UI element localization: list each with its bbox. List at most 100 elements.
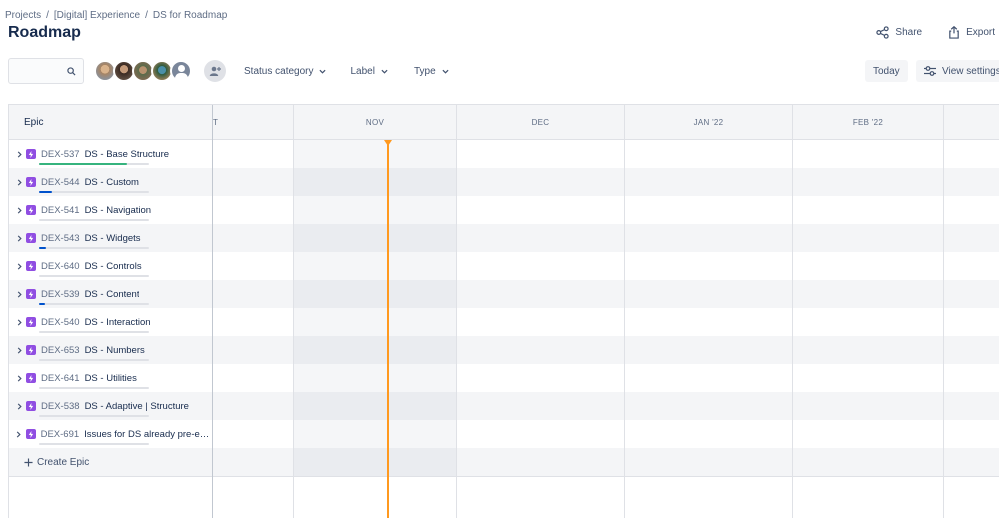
- epic-icon: [26, 373, 36, 383]
- share-icon: [876, 26, 890, 39]
- epic-row[interactable]: DEX-544 DS - Custom: [9, 168, 212, 196]
- epic-key[interactable]: DEX-641: [41, 373, 80, 384]
- epic-row[interactable]: DEX-541 DS - Navigation: [9, 196, 212, 224]
- breadcrumb-project[interactable]: [Digital] Experience: [54, 10, 140, 21]
- epic-key[interactable]: DEX-640: [41, 261, 80, 272]
- epic-key[interactable]: DEX-691: [41, 429, 80, 440]
- epic-progress-bar: [39, 191, 149, 193]
- month-header: FEB '22: [792, 105, 943, 140]
- epic-key[interactable]: DEX-543: [41, 233, 80, 244]
- chevron-right-icon[interactable]: [14, 178, 24, 186]
- chevron-right-icon[interactable]: [14, 262, 24, 270]
- progress-fill: [39, 219, 149, 221]
- export-icon: [949, 26, 959, 39]
- epic-summary[interactable]: DS - Interaction: [85, 317, 151, 328]
- epic-row[interactable]: DEX-543 DS - Widgets: [9, 224, 212, 252]
- view-settings-button[interactable]: View settings: [916, 60, 999, 82]
- timeline: T NOV DEC JAN '22 FEB '22: [212, 105, 999, 518]
- epic-row[interactable]: DEX-691 Issues for DS already pre-exi...: [9, 420, 212, 448]
- epic-key[interactable]: DEX-537: [41, 149, 80, 160]
- settings-sliders-icon: [924, 66, 936, 76]
- month-label: NOV: [365, 118, 385, 127]
- export-button[interactable]: Export: [948, 26, 995, 39]
- epic-row[interactable]: DEX-540 DS - Interaction: [9, 308, 212, 336]
- epic-summary[interactable]: DS - Adaptive | Structure: [85, 401, 189, 412]
- view-settings-label: View settings: [942, 65, 999, 77]
- epic-icon: [26, 289, 36, 299]
- epic-progress-bar: [39, 163, 149, 165]
- share-button[interactable]: Share: [876, 26, 922, 39]
- filter-type[interactable]: Type: [414, 66, 449, 77]
- epic-summary[interactable]: DS - Numbers: [85, 345, 145, 356]
- month-header: JAN '22: [624, 105, 792, 140]
- search-input[interactable]: [8, 58, 84, 84]
- progress-fill: [39, 331, 149, 333]
- timeline-bottom-border: [213, 476, 999, 477]
- chevron-right-icon[interactable]: [14, 206, 24, 214]
- epic-summary[interactable]: DS - Controls: [85, 261, 142, 272]
- chevron-right-icon[interactable]: [14, 318, 24, 326]
- epic-progress-bar: [39, 303, 149, 305]
- month-header: DEC: [456, 105, 624, 140]
- chevron-right-icon[interactable]: [14, 346, 24, 354]
- epic-key[interactable]: DEX-544: [41, 177, 80, 188]
- toolbar: Status category Label Type Today View se…: [8, 58, 999, 84]
- filter-status-category[interactable]: Status category: [244, 65, 327, 77]
- epic-key[interactable]: DEX-538: [41, 401, 80, 412]
- top-actions: Share Export: [876, 26, 995, 39]
- month-label: FEB '22: [852, 118, 884, 127]
- epic-progress-bar: [39, 443, 149, 445]
- epic-summary[interactable]: DS - Custom: [85, 177, 139, 188]
- chevron-right-icon[interactable]: [14, 402, 24, 410]
- epic-summary[interactable]: DS - Content: [85, 289, 140, 300]
- month-label: DEC: [531, 118, 550, 127]
- progress-fill: [39, 191, 53, 193]
- epic-key[interactable]: DEX-541: [41, 205, 80, 216]
- epic-key[interactable]: DEX-539: [41, 289, 80, 300]
- epic-summary[interactable]: Issues for DS already pre-exi...: [84, 429, 212, 440]
- epic-progress-bar: [39, 387, 149, 389]
- epic-row[interactable]: DEX-653 DS - Numbers: [9, 336, 212, 364]
- chevron-right-icon[interactable]: [14, 374, 24, 382]
- chevron-right-icon[interactable]: [14, 290, 24, 298]
- progress-fill: [39, 387, 149, 389]
- epic-progress-bar: [39, 331, 149, 333]
- add-person-icon: [209, 66, 221, 76]
- breadcrumb-separator: /: [145, 10, 148, 21]
- today-button[interactable]: Today: [865, 60, 908, 82]
- chevron-right-icon[interactable]: [14, 234, 24, 242]
- avatar-unassigned[interactable]: [170, 60, 192, 82]
- progress-fill: [39, 359, 149, 361]
- breadcrumb-projects[interactable]: Projects: [5, 10, 41, 21]
- epic-icon: [25, 429, 36, 439]
- breadcrumb-board[interactable]: DS for Roadmap: [153, 10, 227, 21]
- epic-row[interactable]: DEX-538 DS - Adaptive | Structure: [9, 392, 212, 420]
- breadcrumb-separator: /: [46, 10, 49, 21]
- epic-summary[interactable]: DS - Navigation: [85, 205, 152, 216]
- plus-icon: [24, 457, 33, 467]
- epic-progress-bar: [39, 275, 149, 277]
- epic-row[interactable]: DEX-539 DS - Content: [9, 280, 212, 308]
- epic-column-header: Epic: [9, 105, 212, 140]
- filter-label: Status category: [244, 65, 314, 77]
- epic-summary[interactable]: DS - Base Structure: [85, 149, 169, 160]
- epic-row[interactable]: DEX-641 DS - Utilities: [9, 364, 212, 392]
- create-epic-button[interactable]: Create Epic: [9, 448, 212, 476]
- epic-key[interactable]: DEX-653: [41, 345, 80, 356]
- epic-icon: [26, 177, 36, 187]
- chevron-right-icon[interactable]: [14, 430, 24, 438]
- epic-icon: [26, 345, 36, 355]
- today-line: [387, 140, 389, 518]
- month-column-line: [943, 140, 944, 518]
- epic-row[interactable]: DEX-537 DS - Base Structure: [9, 140, 212, 168]
- filter-label-dropdown[interactable]: Label: [350, 66, 388, 77]
- epic-key[interactable]: DEX-540: [41, 317, 80, 328]
- epic-row[interactable]: DEX-640 DS - Controls: [9, 252, 212, 280]
- add-person-button[interactable]: [204, 60, 226, 82]
- progress-fill: [39, 163, 127, 165]
- epic-panel: Epic DEX-537 DS - Base Structure DEX-544 DS…: [9, 105, 213, 518]
- chevron-right-icon[interactable]: [14, 150, 24, 158]
- epic-summary[interactable]: DS - Utilities: [85, 373, 137, 384]
- epic-summary[interactable]: DS - Widgets: [85, 233, 141, 244]
- progress-fill: [39, 247, 46, 249]
